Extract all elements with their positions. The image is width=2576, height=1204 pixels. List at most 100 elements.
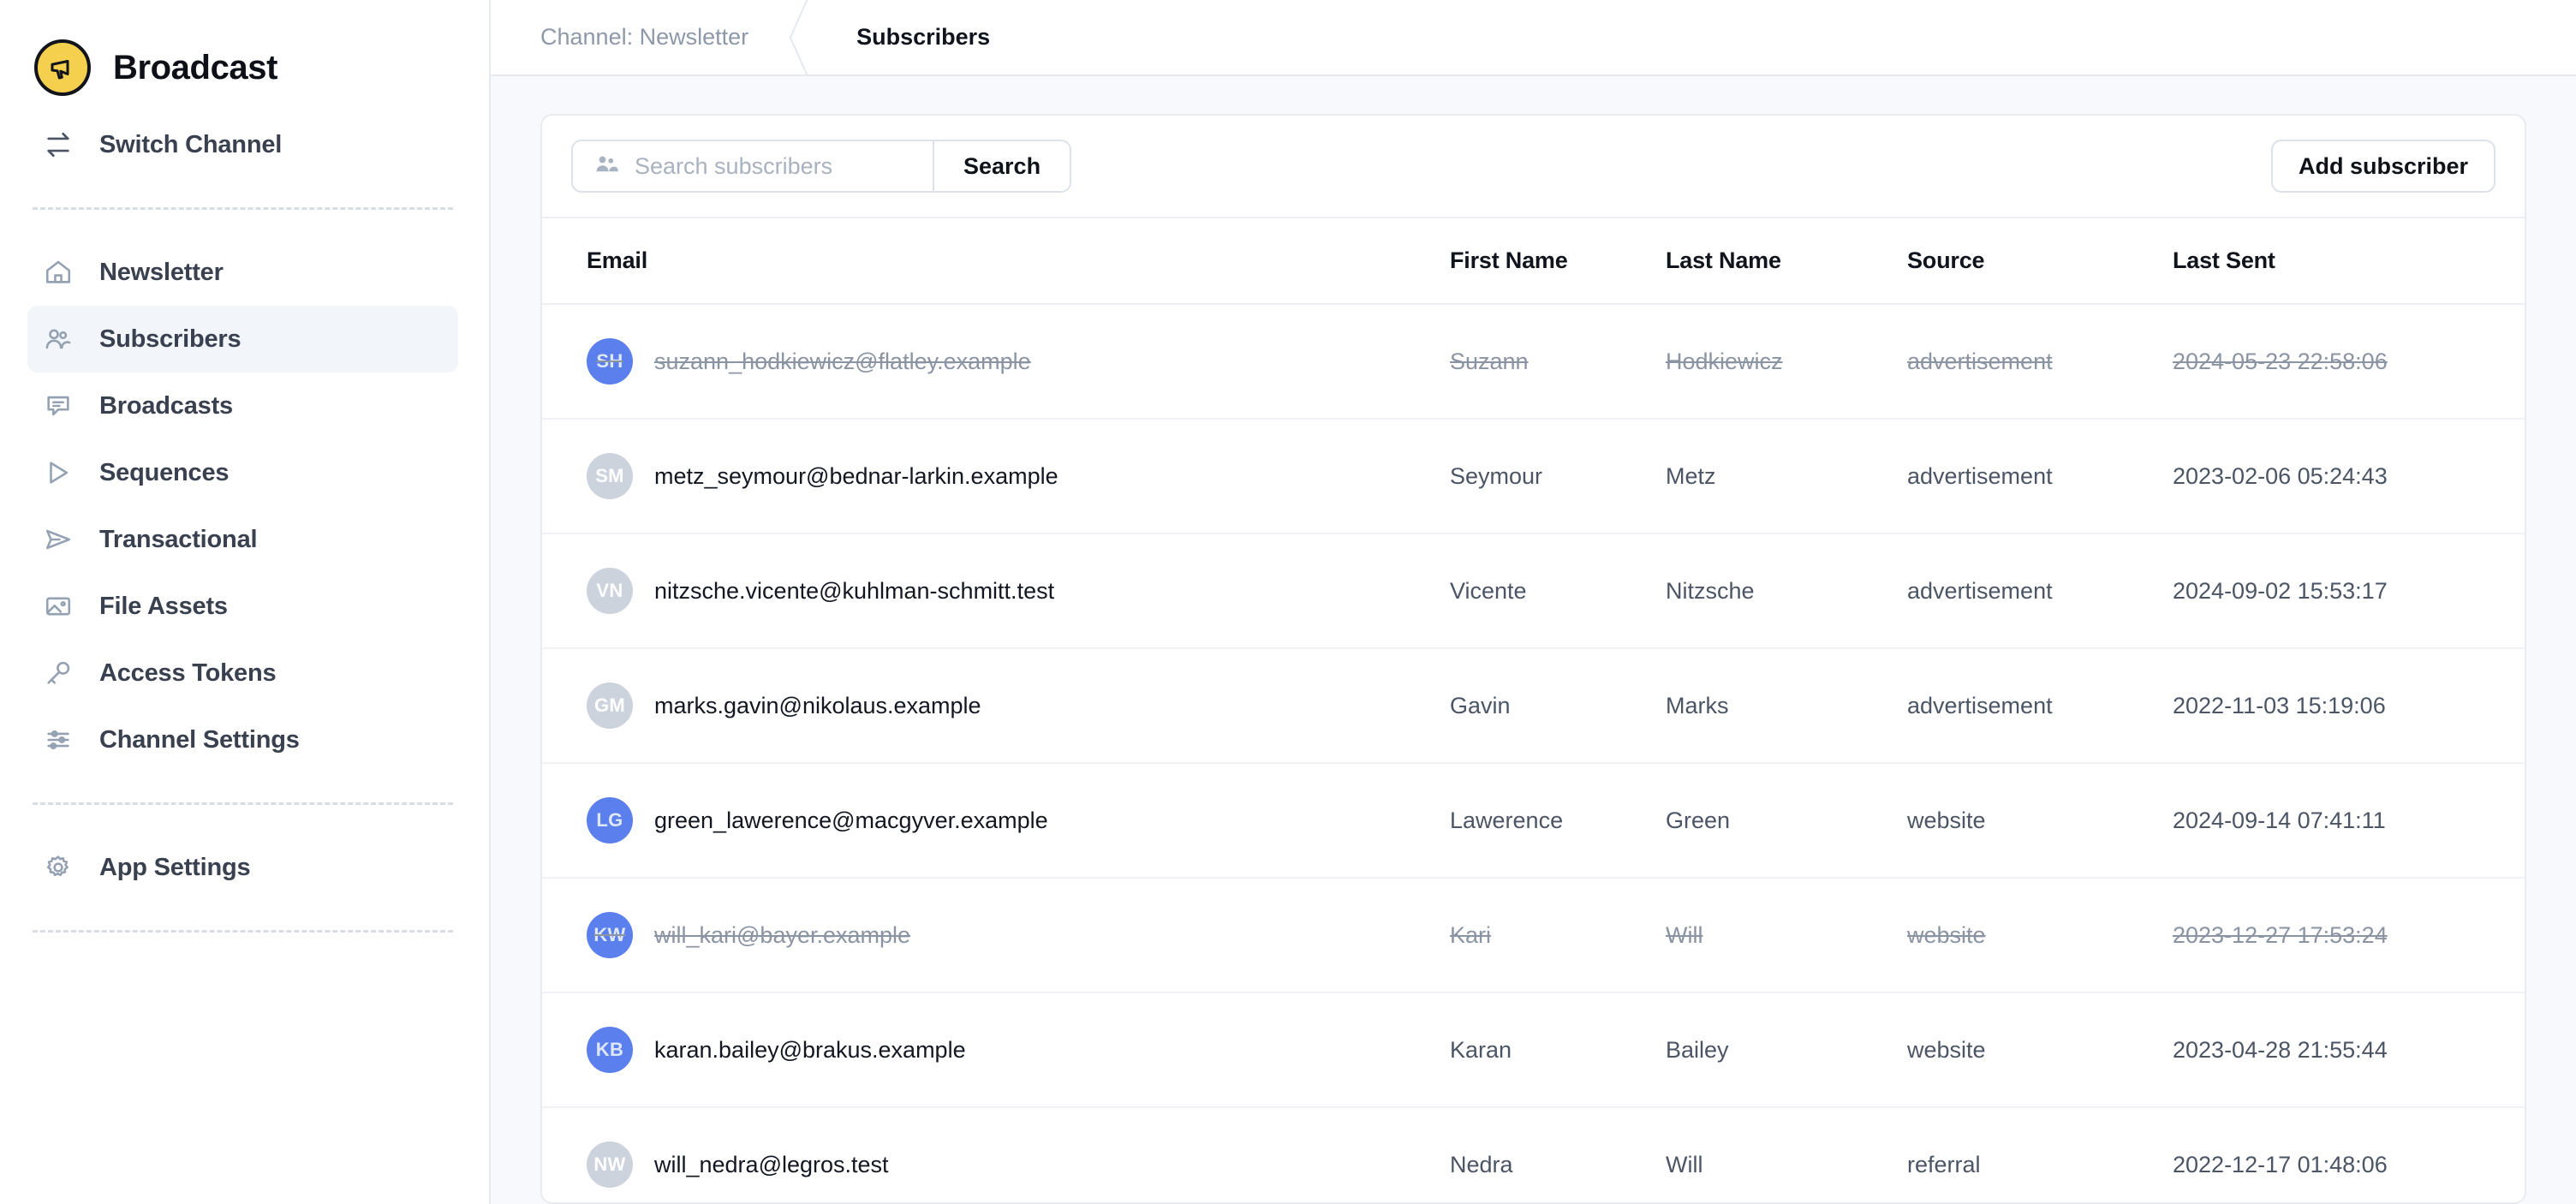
cell-email: KB karan.bailey@brakus.example (542, 992, 1450, 1108)
table-row[interactable]: LG green_lawerence@macgyver.example Lawere… (542, 763, 2525, 879)
sidebar-item-label: Sequences (99, 458, 230, 486)
table-row[interactable]: KW will_kari@bayer.example Kari Will website… (542, 878, 2525, 993)
gear-icon (41, 850, 75, 885)
cell-last-name: Marks (1666, 648, 1907, 764)
sidebar-divider-bottom (33, 930, 453, 933)
sidebar-item-transactional[interactable]: Transactional (27, 506, 458, 573)
subscriber-email[interactable]: karan.bailey@brakus.example (654, 1037, 966, 1064)
chevron-right-icon (783, 0, 834, 75)
brand-title: Broadcast (113, 48, 278, 86)
brand: Broadcast (0, 0, 489, 111)
subscriber-email[interactable]: will_kari@bayer.example (654, 922, 910, 949)
sidebar-divider-top (33, 207, 453, 210)
sidebar-item-label: App Settings (99, 853, 251, 881)
sidebar-item-label: File Assets (99, 592, 228, 620)
table-row[interactable]: SH suzann_hodkiewicz@flatley.example Suzan… (542, 304, 2525, 420)
cell-last-sent: 2023-04-28 21:55:44 (2173, 992, 2525, 1108)
sidebar-item-label: Access Tokens (99, 659, 277, 687)
sidebar-item-label: Channel Settings (99, 725, 300, 754)
cell-last-name: Will (1666, 1107, 1907, 1202)
subscriber-email[interactable]: nitzsche.vicente@kuhlman-schmitt.test (654, 578, 1054, 605)
cell-email: SH suzann_hodkiewicz@flatley.example (542, 304, 1450, 420)
subscriber-email[interactable]: green_lawerence@macgyver.example (654, 808, 1048, 834)
cell-first-name: Gavin (1450, 648, 1666, 764)
paper-plane-icon (41, 522, 75, 557)
cell-last-sent: 2023-12-27 17:53:24 (2173, 878, 2525, 993)
sidebar-item-channel-settings[interactable]: Channel Settings (27, 706, 458, 773)
table-row[interactable]: KB karan.bailey@brakus.example Karan Bailey… (542, 992, 2525, 1108)
add-subscriber-button[interactable]: Add subscriber (2270, 140, 2496, 193)
sidebar-item-label: Subscribers (99, 325, 242, 353)
image-icon (41, 589, 75, 623)
users-filled-icon (593, 152, 619, 182)
cell-email: LG green_lawerence@macgyver.example (542, 763, 1450, 879)
cell-last-sent: 2023-02-06 05:24:43 (2173, 419, 2525, 534)
arrows-exchange-icon (41, 128, 75, 162)
subscribers-card: Search Add subscriber Email First Name L… (540, 114, 2526, 1204)
sidebar-item-app-settings[interactable]: App Settings (27, 834, 458, 901)
search-button[interactable]: Search (933, 141, 1070, 191)
table-row[interactable]: VN nitzsche.vicente@kuhlman-schmitt.test V… (542, 533, 2525, 649)
sidebar-item-access-tokens[interactable]: Access Tokens (27, 640, 458, 706)
email-cell: SM metz_seymour@bednar-larkin.example (587, 453, 1450, 499)
card-toolbar: Search Add subscriber (542, 116, 2525, 218)
subscriber-email[interactable]: metz_seymour@bednar-larkin.example (654, 463, 1058, 490)
cell-source: website (1907, 992, 2173, 1108)
cell-source: advertisement (1907, 533, 2173, 649)
table-row[interactable]: GM marks.gavin@nikolaus.example Gavin Marks… (542, 648, 2525, 764)
sidebar-item-subscribers[interactable]: Subscribers (27, 306, 458, 373)
avatar: KW (587, 912, 633, 958)
sidebar-divider-middle (33, 802, 453, 805)
sidebar-secondary-nav: App Settings (0, 834, 489, 901)
breadcrumb-current: Subscribers (856, 24, 991, 50)
column-header-email[interactable]: Email (542, 218, 1450, 305)
cell-first-name: Vicente (1450, 533, 1666, 649)
cell-source: website (1907, 763, 2173, 879)
cell-source: advertisement (1907, 419, 2173, 534)
sidebar-item-switch-channel[interactable]: Switch Channel (27, 111, 458, 178)
cell-source: advertisement (1907, 304, 2173, 420)
avatar: LG (587, 797, 633, 843)
cell-last-name: Bailey (1666, 992, 1907, 1108)
sidebar-item-broadcasts[interactable]: Broadcasts (27, 373, 458, 439)
table-row[interactable]: SM metz_seymour@bednar-larkin.example Seym… (542, 419, 2525, 534)
cell-email: SM metz_seymour@bednar-larkin.example (542, 419, 1450, 534)
search-input[interactable] (635, 152, 914, 180)
cell-first-name: Karan (1450, 992, 1666, 1108)
cell-first-name: Seymour (1450, 419, 1666, 534)
cell-email: VN nitzsche.vicente@kuhlman-schmitt.test (542, 533, 1450, 649)
sidebar-item-file-assets[interactable]: File Assets (27, 573, 458, 640)
subscriber-email[interactable]: will_nedra@legros.test (654, 1152, 889, 1178)
sidebar: Broadcast Switch Channel Newsletter Subs… (0, 0, 491, 1204)
chat-bubble-icon (41, 389, 75, 423)
cell-last-sent: 2022-12-17 01:48:06 (2173, 1107, 2525, 1202)
email-cell: KB karan.bailey@brakus.example (587, 1027, 1450, 1073)
table-row[interactable]: NW will_nedra@legros.test Nedra Will referra… (542, 1107, 2525, 1202)
email-cell: GM marks.gavin@nikolaus.example (587, 682, 1450, 729)
column-header-first-name[interactable]: First Name (1450, 218, 1666, 305)
email-cell: KW will_kari@bayer.example (587, 912, 1450, 958)
sidebar-item-label: Transactional (99, 525, 258, 553)
column-header-last-sent[interactable]: Last Sent (2173, 218, 2525, 305)
column-header-source[interactable]: Source (1907, 218, 2173, 305)
cell-email: GM marks.gavin@nikolaus.example (542, 648, 1450, 764)
avatar: VN (587, 568, 633, 614)
cell-last-name: Metz (1666, 419, 1907, 534)
avatar: KB (587, 1027, 633, 1073)
subscriber-email[interactable]: marks.gavin@nikolaus.example (654, 693, 981, 719)
search-input-wrap (573, 141, 933, 191)
main-area: Channel: Newsletter Subscribers Search s… (491, 0, 2576, 1204)
subscribers-table: Email First Name Last Name Source Last S… (542, 218, 2525, 1202)
avatar: GM (587, 682, 633, 729)
sidebar-item-sequences[interactable]: Sequences (27, 439, 458, 506)
sidebar-primary-nav: Newsletter Subscribers Broadcasts Sequen… (0, 239, 489, 773)
cell-first-name: Kari (1450, 878, 1666, 993)
avatar: SM (587, 453, 633, 499)
cell-email: KW will_kari@bayer.example (542, 878, 1450, 993)
breadcrumb-channel[interactable]: Channel: Newsletter (491, 0, 783, 75)
sidebar-item-newsletter[interactable]: Newsletter (27, 239, 458, 306)
cell-last-name: Will (1666, 878, 1907, 993)
subscriber-email[interactable]: suzann_hodkiewicz@flatley.example (654, 349, 1031, 375)
table-header-row: Email First Name Last Name Source Last S… (542, 218, 2525, 305)
column-header-last-name[interactable]: Last Name (1666, 218, 1907, 305)
